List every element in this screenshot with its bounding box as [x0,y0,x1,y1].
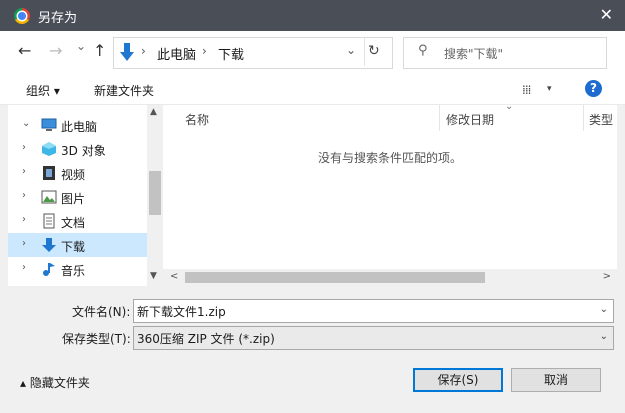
scrollbar-thumb[interactable] [149,171,161,215]
tree-item-label: 图片 [61,192,86,206]
tree-item-this-pc[interactable]: ⌄ 此电脑 [8,113,147,137]
vertical-scrollbar[interactable]: ▲ ▼ [147,105,163,286]
computer-icon [41,118,57,131]
3d-objects-icon [42,142,56,156]
scroll-right-icon[interactable]: > [603,271,611,282]
sort-caret-icon: ⌄ [505,101,514,112]
document-icon [43,213,55,229]
column-header-name[interactable]: 名称 [185,111,209,128]
expand-chevron-icon[interactable]: › [22,142,26,153]
scroll-left-icon[interactable]: < [170,271,178,282]
expand-chevron-icon[interactable]: › [22,190,26,201]
help-icon[interactable]: ? [585,80,602,97]
chevron-down-icon[interactable]: ⌄ [600,331,608,342]
scrollbar-thumb[interactable] [185,272,485,283]
new-folder-button[interactable]: 新建文件夹 [94,82,154,99]
tree-item-label: 视频 [61,168,86,182]
filename-value[interactable]: 新下载文件1.zip [137,303,226,320]
refresh-icon[interactable]: ↻ [368,43,380,59]
tree-item-label: 3D 对象 [61,144,106,158]
save-type-value[interactable]: 360压缩 ZIP 文件 (*.zip) [137,330,275,347]
tree-item-label: 音乐 [61,264,86,278]
tree-item-music[interactable]: › 音乐 [8,257,147,281]
file-list: 名称 ⌄ 修改日期 类型 没有与搜索条件匹配的项。 < > [163,101,617,286]
filename-input[interactable]: 新下载文件1.zip ⌄ [133,299,614,323]
hide-folders-button[interactable]: ▴ 隐藏文件夹 [20,374,90,391]
search-icon: ⚲ [418,43,428,58]
tree-item-label: 此电脑 [61,120,98,134]
music-icon [43,263,55,276]
address-expand-icon[interactable]: ⌄ [346,43,356,57]
chrome-icon [14,8,30,24]
recent-locations-chevron-icon[interactable]: ⌄ [76,39,86,53]
tree-item-label: 文档 [61,216,86,230]
scroll-down-icon[interactable]: ▼ [150,271,157,281]
tree-item-pictures[interactable]: › 图片 [8,185,147,209]
tree-item-videos[interactable]: › 视频 [8,161,147,185]
tree-item-downloads[interactable]: › 下载 [8,233,147,257]
command-bar: 组织 ▾ 新建文件夹 ⁞⁞⁞ ▾ ? [0,73,625,105]
tree-item-3d-objects[interactable]: › 3D 对象 [8,137,147,161]
tree-item-documents[interactable]: › 文档 [8,209,147,233]
expand-chevron-icon[interactable]: › [22,214,26,225]
scroll-up-icon[interactable]: ▲ [150,107,157,117]
expand-chevron-icon[interactable]: › [22,166,26,177]
up-arrow-icon[interactable]: ↑ [93,41,106,60]
empty-message: 没有与搜索条件匹配的项。 [317,151,462,165]
save-type-label: 保存类型(T): [62,332,131,346]
search-placeholder: 搜索"下载" [444,47,504,61]
expand-chevron-icon[interactable]: ⌄ [22,118,30,129]
chevron-down-icon[interactable]: ⌄ [600,304,608,315]
video-icon [43,166,55,180]
save-button[interactable]: 保存(S) [413,368,503,392]
view-dropdown-icon[interactable]: ▾ [547,84,552,94]
breadcrumb-downloads[interactable]: 下载 [218,44,244,63]
close-button[interactable]: ✕ [600,5,613,24]
organize-button[interactable]: 组织 ▾ [26,82,60,99]
tree-item-label: 下载 [61,240,86,254]
search-box[interactable]: ⚲ 搜索"下载" [403,37,607,69]
column-divider[interactable] [583,105,584,131]
expand-chevron-icon[interactable]: › [22,238,26,249]
expand-chevron-icon[interactable]: › [22,262,26,273]
filename-label: 文件名(N): [72,305,131,319]
forward-arrow-icon[interactable]: → [49,41,62,60]
column-divider[interactable] [439,105,440,131]
horizontal-scrollbar[interactable]: < > [163,269,617,286]
breadcrumb-separator[interactable]: › [202,44,207,58]
navigation-pane: ⌄ 此电脑 › 3D 对象 › 视频 › 图片 › 文档 › 下载 › 音乐 ▲… [8,105,163,286]
save-type-select[interactable]: 360压缩 ZIP 文件 (*.zip) ⌄ [133,326,614,350]
divider [364,38,365,66]
breadcrumb-separator[interactable]: › [141,44,146,58]
download-icon [120,43,134,61]
back-arrow-icon[interactable]: ← [18,41,31,60]
title-bar: 另存为 ✕ [0,0,625,31]
pictures-icon [41,190,57,204]
column-header-date[interactable]: 修改日期 [446,111,494,128]
cancel-button[interactable]: 取消 [511,368,601,392]
breadcrumb-this-pc[interactable]: 此电脑 [157,44,196,63]
navigation-bar: ← → ⌄ ↑ › 此电脑 › 下载 ⌄ ↻ ⚲ 搜索"下载" [0,31,625,73]
download-icon [42,238,56,252]
address-bar[interactable]: › 此电脑 › 下载 ⌄ ↻ [113,37,393,69]
window-title: 另存为 [38,11,78,26]
column-header-type[interactable]: 类型 [589,111,613,128]
view-options-icon[interactable]: ⁞⁞⁞ [522,83,532,97]
